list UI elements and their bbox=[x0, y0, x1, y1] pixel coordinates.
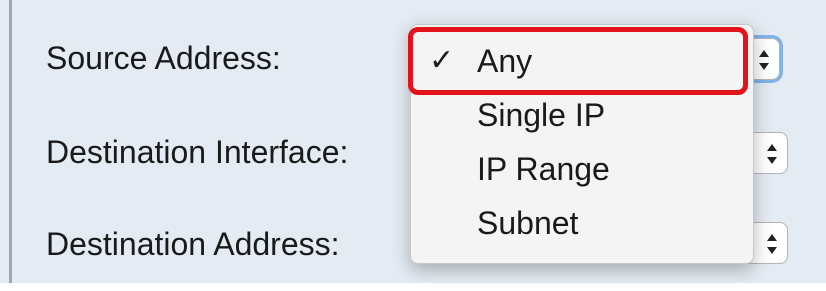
select-stepper-icon bbox=[765, 141, 779, 167]
destination-interface-label: Destination Interface: bbox=[46, 134, 349, 170]
option-single-ip[interactable]: Single IP bbox=[411, 89, 753, 141]
destination-address-label: Destination Address: bbox=[46, 226, 340, 262]
panel-bottom-edge bbox=[0, 283, 826, 291]
option-ip-range[interactable]: IP Range bbox=[411, 143, 753, 195]
option-label: Subnet bbox=[477, 205, 579, 241]
highlight-box bbox=[408, 27, 748, 95]
option-label: IP Range bbox=[477, 151, 610, 187]
select-stepper-icon bbox=[757, 47, 771, 73]
select-stepper-icon bbox=[765, 231, 779, 257]
option-label: Single IP bbox=[477, 97, 606, 133]
option-subnet[interactable]: Subnet bbox=[411, 197, 753, 249]
panel-left-border bbox=[9, 0, 12, 291]
source-address-label: Source Address: bbox=[46, 40, 281, 76]
